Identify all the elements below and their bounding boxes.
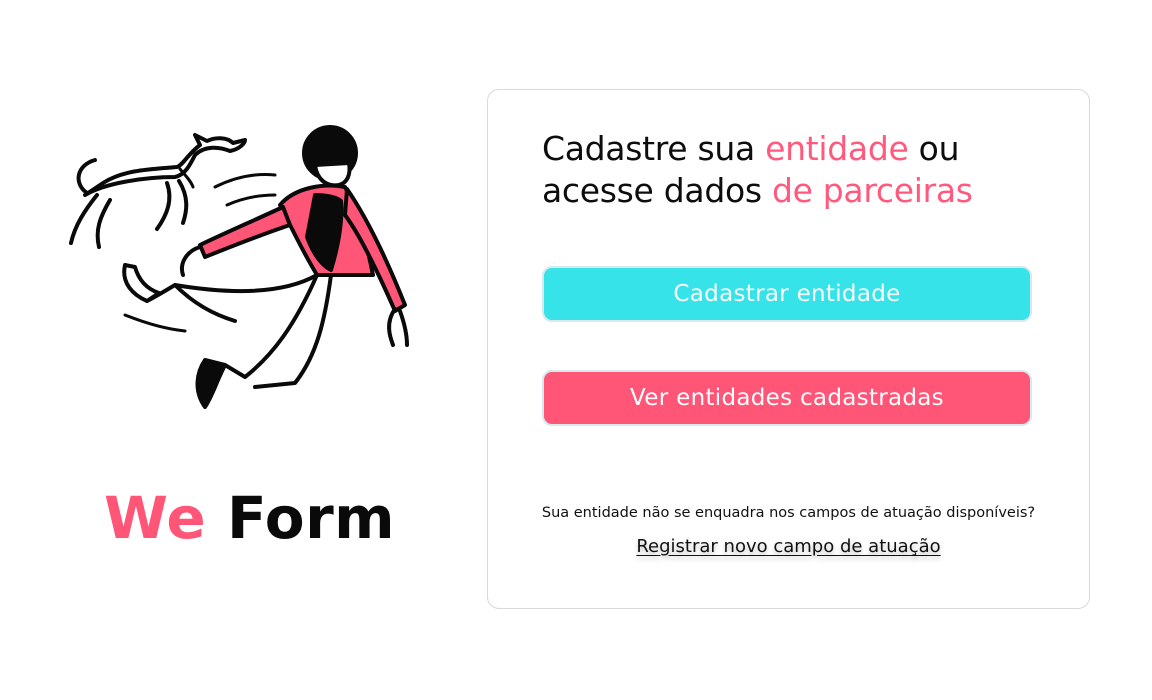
brand-logo: We Form bbox=[104, 478, 395, 558]
register-entity-button-label: Cadastrar entidade bbox=[673, 281, 901, 307]
brand-logo-accent: We bbox=[104, 484, 207, 552]
register-field-link-container: Registrar novo campo de atuação bbox=[488, 536, 1089, 557]
view-entities-button[interactable]: Ver entidades cadastradas bbox=[542, 370, 1032, 426]
register-field-link[interactable]: Registrar novo campo de atuação bbox=[636, 536, 940, 557]
brand-logo-plain: Form bbox=[226, 484, 396, 552]
person-jumping-with-dog-illustration bbox=[55, 125, 425, 425]
heading-highlight-1: entidade bbox=[765, 129, 909, 168]
landing-page: We Form Cadastre sua entidade ou acesse … bbox=[0, 0, 1152, 700]
field-not-listed-note: Sua entidade não se enquadra nos campos … bbox=[541, 505, 1036, 521]
view-entities-button-label: Ver entidades cadastradas bbox=[630, 385, 944, 411]
card-heading: Cadastre sua entidade ou acesse dados de… bbox=[542, 128, 1042, 212]
action-card: Cadastre sua entidade ou acesse dados de… bbox=[487, 89, 1090, 609]
heading-text-1: Cadastre sua bbox=[542, 129, 766, 168]
register-entity-button[interactable]: Cadastrar entidade bbox=[542, 266, 1032, 322]
heading-highlight-2: de parceiras bbox=[771, 171, 973, 210]
